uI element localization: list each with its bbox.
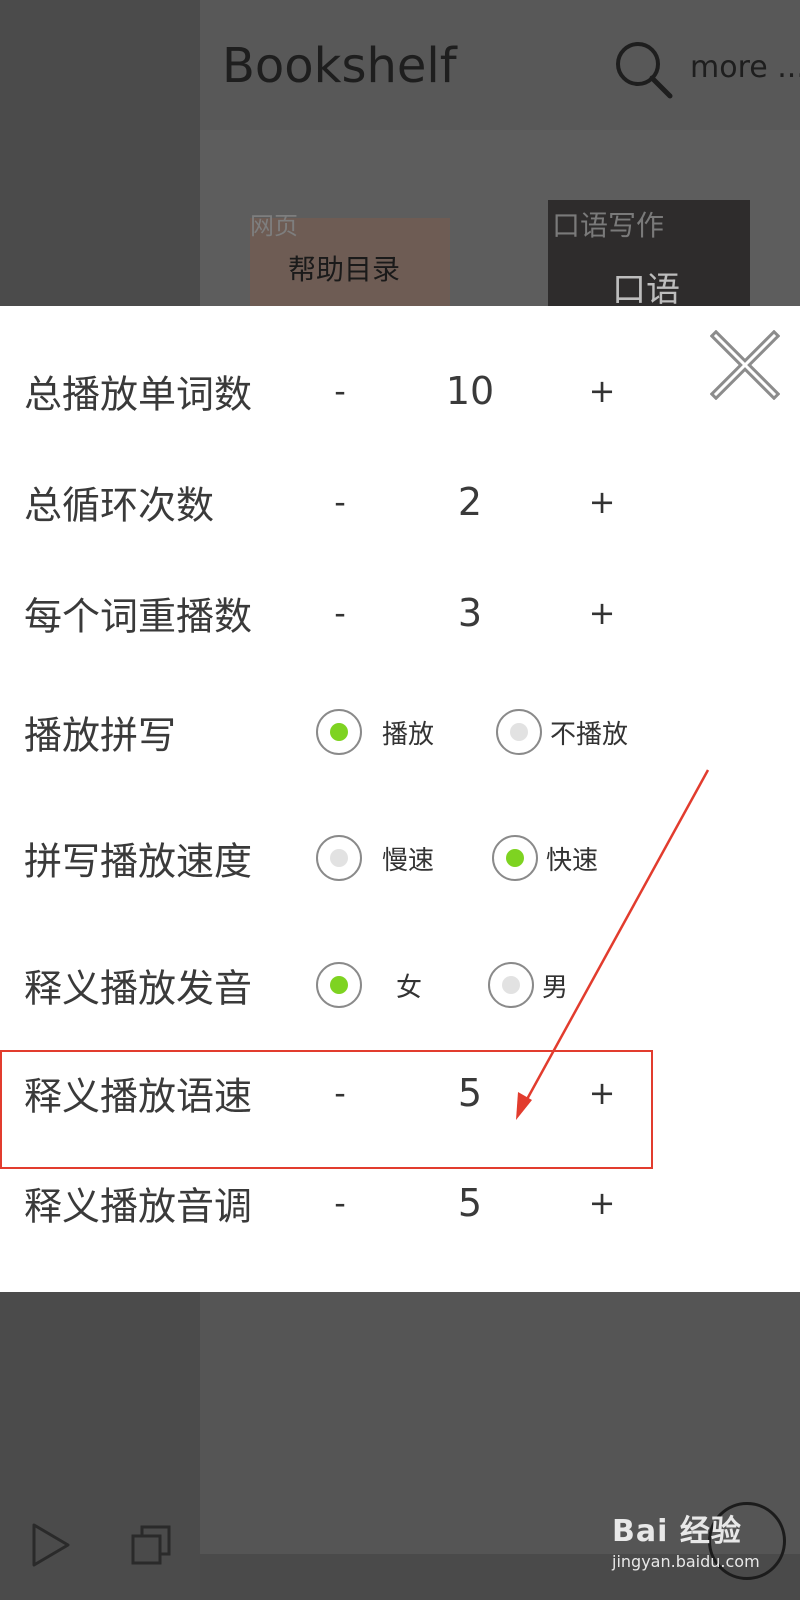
radio-label: 女 [396,972,423,1003]
radio-option-no-play[interactable]: 不播放 [496,707,628,757]
radio-button[interactable] [316,709,362,755]
setting-label: 播放拼写 [24,713,177,758]
stepper-value: 5 [457,1181,483,1225]
radio-option-fast[interactable]: 快速 [492,833,598,883]
setting-row-definition-voice: 释义播放发音 女 男 [0,930,800,1040]
setting-label: 每个词重播数 [24,594,253,639]
stepper-value: 2 [457,480,483,524]
setting-row-repeat-per-word: 每个词重播数 - 3 + [0,558,800,668]
book-tag: 网页 [250,212,298,240]
increment-button[interactable]: + [582,483,622,521]
setting-row-definition-pitch: 释义播放音调 - 5 + [0,1148,800,1258]
radio-indicator [510,723,528,741]
book-tag: 口语写作 [552,209,665,242]
decrement-button[interactable]: - [320,483,360,521]
radio-indicator [330,976,348,994]
setting-label: 拼写播放速度 [24,839,253,884]
setting-label: 总播放单词数 [24,372,253,417]
stepper-value: 5 [457,1071,483,1115]
decrement-button[interactable]: - [320,594,360,632]
increment-button[interactable]: + [582,1184,622,1222]
radio-label: 快速 [546,845,599,876]
page-title: Bookshelf [222,38,457,94]
setting-row-play-spelling: 播放拼写 播放 不播放 [0,677,800,787]
setting-row-spelling-speed: 拼写播放速度 慢速 快速 [0,803,800,913]
settings-sheet: 总播放单词数 - 10 + 总循环次数 - 2 + 每个词重播数 - 3 + 播… [0,306,800,1292]
radio-option-female[interactable]: 女 [316,960,422,1010]
increment-button[interactable]: + [582,594,622,632]
search-icon[interactable] [612,38,674,100]
watermark-url: jingyan.baidu.com [612,1552,760,1571]
setting-label: 释义播放发音 [24,966,253,1011]
radio-option-slow[interactable]: 慢速 [316,833,434,883]
radio-label: 播放 [382,719,435,750]
stepper-value: 10 [445,369,495,413]
setting-row-total-loops: 总循环次数 - 2 + [0,447,800,557]
increment-button[interactable]: + [582,1074,622,1112]
radio-button[interactable] [316,835,362,881]
decrement-button[interactable]: - [320,372,360,410]
radio-option-play[interactable]: 播放 [316,707,434,757]
watermark: Bai 经验 jingyan.baidu.com [612,1506,760,1571]
radio-option-male[interactable]: 男 [488,960,568,1010]
play-icon[interactable] [30,1522,72,1568]
watermark-logo: Bai 经验 [612,1514,742,1549]
setting-label: 总循环次数 [24,483,215,528]
radio-button[interactable] [316,962,362,1008]
setting-row-total-words: 总播放单词数 - 10 + [0,336,800,446]
copy-icon[interactable] [130,1524,172,1566]
radio-indicator [330,849,348,867]
more-menu-button[interactable]: more ... [690,50,800,85]
setting-label: 释义播放音调 [24,1184,253,1229]
setting-label: 释义播放语速 [24,1074,253,1119]
radio-indicator [506,849,524,867]
decrement-button[interactable]: - [320,1184,360,1222]
radio-indicator [502,976,520,994]
radio-label: 男 [542,972,569,1003]
radio-label: 不播放 [550,719,629,750]
radio-button[interactable] [488,962,534,1008]
setting-row-definition-speed: 释义播放语速 - 5 + [0,1038,800,1148]
radio-label: 慢速 [382,845,435,876]
radio-button[interactable] [496,709,542,755]
radio-indicator [330,723,348,741]
book-title: 口语 [612,270,680,310]
book-title: 帮助目录 [288,253,401,286]
stepper-value: 3 [457,591,483,635]
radio-button[interactable] [492,835,538,881]
increment-button[interactable]: + [582,372,622,410]
decrement-button[interactable]: - [320,1074,360,1112]
